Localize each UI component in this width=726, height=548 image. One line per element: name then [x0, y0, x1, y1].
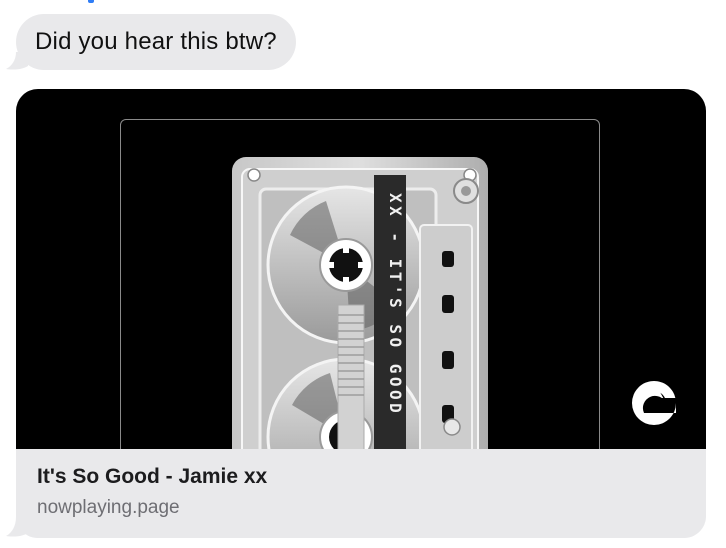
message-text: Did you hear this btw?: [35, 28, 277, 55]
incoming-message-bubble[interactable]: Did you hear this btw?: [16, 14, 296, 70]
nowplaying-logo-icon: [632, 381, 676, 425]
link-preview-details[interactable]: It's So Good - Jamie xx nowplaying.page: [16, 449, 706, 538]
imessage-conversation: Did you hear this btw? XX - IT'S SO GOOD…: [0, 0, 726, 548]
link-preview-title: It's So Good - Jamie xx: [37, 465, 268, 488]
previous-message-fragment: [88, 0, 94, 3]
link-preview-domain: nowplaying.page: [37, 497, 180, 518]
cassette-tape-icon: XX - IT'S SO GOOD: [232, 157, 488, 449]
link-preview-artwork[interactable]: XX - IT'S SO GOOD: [16, 89, 706, 449]
link-preview-card[interactable]: XX - IT'S SO GOOD It's So Good - Jamie x…: [16, 89, 706, 538]
cassette-label-text: XX - IT'S SO GOOD: [386, 193, 405, 416]
